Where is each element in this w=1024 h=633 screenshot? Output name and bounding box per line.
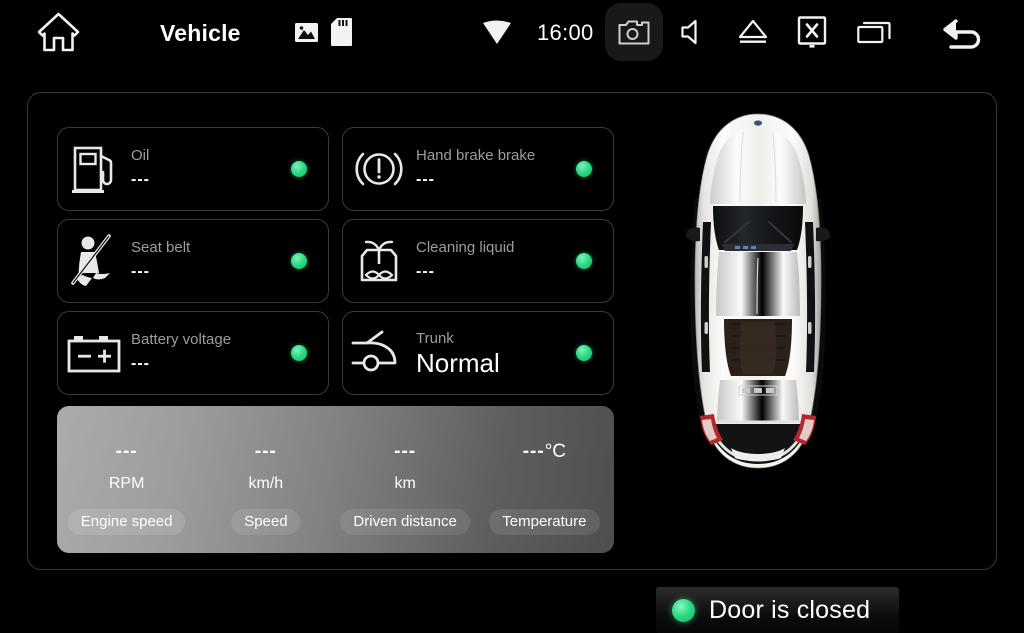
status-indicator-dot: [576, 161, 592, 177]
metric-label[interactable]: Engine speed: [67, 509, 186, 535]
door-status-bar: Door is closed: [656, 587, 899, 633]
metric-engine-speed[interactable]: --- RPM Engine speed: [57, 406, 196, 553]
metric-label[interactable]: Driven distance: [340, 509, 470, 535]
hand-brake-icon: [343, 142, 415, 196]
metric-unit: RPM: [108, 475, 145, 492]
volume-mute-icon[interactable]: [681, 19, 708, 45]
status-card-battery-voltage[interactable]: Battery voltage ---: [57, 311, 329, 395]
screen-off-icon[interactable]: [797, 16, 827, 49]
clock: 16:00: [537, 20, 594, 45]
eject-icon[interactable]: [737, 18, 769, 46]
vehicle-info-panel: Oil --- Hand brake brake --- Seat belt -…: [27, 92, 997, 633]
gallery-icon[interactable]: [294, 20, 319, 45]
page-title: Vehicle: [160, 20, 241, 46]
battery-icon: [58, 330, 130, 376]
seat-belt-icon: [58, 233, 130, 289]
status-indicator-dot: [291, 253, 307, 269]
status-indicator-dot: [576, 345, 592, 361]
metric-value: ---: [394, 441, 417, 462]
metric-label[interactable]: Speed: [231, 509, 301, 535]
metric-temperature[interactable]: ---°C Temperature: [475, 406, 614, 553]
car-top-view-image: [673, 110, 843, 480]
metric-driven-distance[interactable]: --- km Driven distance: [336, 406, 475, 553]
status-card-hand-brake[interactable]: Hand brake brake ---: [342, 127, 614, 211]
car-status-pane: Door is closed: [628, 103, 988, 633]
fuel-pump-icon: [58, 142, 130, 196]
sd-card-icon[interactable]: [331, 18, 352, 46]
status-indicator-dot: [291, 345, 307, 361]
status-indicator-dot: [291, 161, 307, 177]
status-card-oil[interactable]: Oil ---: [57, 127, 329, 211]
metric-unit: km: [394, 475, 416, 492]
metric-unit: km/h: [248, 475, 284, 492]
metric-value: ---: [115, 441, 138, 462]
status-card-cleaning-liquid[interactable]: Cleaning liquid ---: [342, 219, 614, 303]
metric-value: ---°C: [523, 441, 566, 463]
metric-speed[interactable]: --- km/h Speed: [196, 406, 335, 553]
metric-value: ---: [254, 441, 277, 462]
status-bar: Vehicle 16:00: [0, 0, 1024, 65]
metric-label[interactable]: Temperature: [489, 509, 600, 535]
door-status-indicator-dot: [672, 598, 695, 622]
screenshot-camera-icon[interactable]: [605, 3, 663, 61]
washer-fluid-icon: [343, 234, 415, 288]
wifi-signal-icon[interactable]: [482, 19, 512, 45]
status-indicator-dot: [576, 253, 592, 269]
recent-apps-icon[interactable]: [857, 20, 891, 44]
metric-value-number: ---: [522, 441, 545, 462]
status-card-trunk[interactable]: Trunk Normal: [342, 311, 614, 395]
home-icon[interactable]: [36, 11, 81, 53]
status-card-seat-belt[interactable]: Seat belt ---: [57, 219, 329, 303]
back-arrow-icon[interactable]: [935, 12, 993, 54]
metrics-strip: --- RPM Engine speed --- km/h Speed --- …: [57, 406, 614, 553]
trunk-open-icon: [343, 329, 415, 377]
metric-value-unit: °C: [544, 441, 567, 462]
status-cards-grid: Oil --- Hand brake brake --- Seat belt -…: [57, 127, 614, 395]
